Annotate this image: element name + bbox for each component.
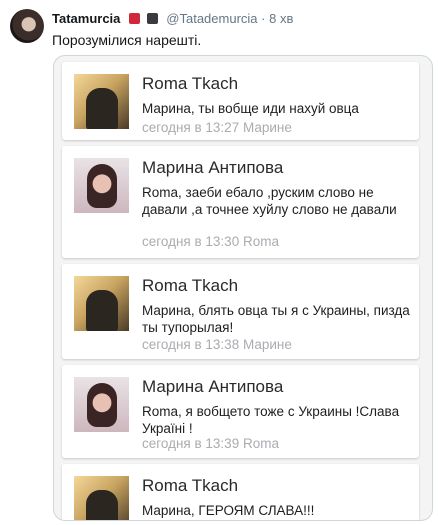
sender-name: Roma Tkach — [142, 476, 239, 495]
author-avatar[interactable] — [10, 9, 44, 43]
flag-dark-icon — [146, 13, 158, 24]
message-text: Roma, я вобщето тоже с Украины !Слава Ук… — [142, 404, 400, 436]
message-meta: сегодня в 13:38 Марине — [142, 337, 292, 352]
message-card: Roma Tkach Марина, блять овца ты я с Укр… — [62, 264, 419, 359]
sender-name: Roma Tkach — [142, 276, 239, 295]
message-meta: сегодня в 13:27 Марине — [142, 120, 292, 135]
message-card: Марина Антипова Roma, заеби ебало ,руски… — [62, 146, 419, 258]
sender-avatar — [74, 476, 129, 520]
sender-avatar — [74, 158, 129, 213]
sender-name: Марина Антипова — [142, 158, 284, 177]
flag-red-icon — [129, 13, 141, 24]
message-card: Roma Tkach Марина, ты вобще иди нахуй ов… — [62, 62, 419, 140]
sender-avatar — [74, 377, 129, 432]
tweet: Tatamurcia @Tatademurcia · 8 хв Порозумі… — [0, 0, 438, 525]
message-text: Марина, ты вобще иди нахуй овца — [142, 101, 359, 116]
sender-name: Марина Антипова — [142, 377, 284, 396]
message-meta: сегодня в 13:39 Roma — [142, 436, 279, 451]
author-name[interactable]: Tatamurcia — [52, 11, 120, 26]
tweet-text: Порозумілися нарешті. — [52, 32, 202, 48]
sender-avatar — [74, 276, 129, 331]
author-handle[interactable]: @Tatademurcia — [166, 11, 257, 26]
message-card: Roma Tkach Марина, ГЕРОЯМ СЛАВА!!! — [62, 464, 419, 520]
message-text: Марина, блять овца ты я с Украины, пизда… — [142, 303, 410, 335]
tweet-header: Tatamurcia @Tatademurcia · 8 хв — [52, 11, 293, 26]
tweet-time[interactable]: · 8 хв — [261, 11, 293, 26]
message-card: Марина Антипова Roma, я вобщето тоже с У… — [62, 365, 419, 458]
tweet-media-screenshot[interactable]: Roma Tkach Марина, ты вобще иди нахуй ов… — [53, 55, 433, 521]
message-text: Марина, ГЕРОЯМ СЛАВА!!! — [142, 503, 315, 518]
message-text: Roma, заеби ебало ,руским слово не давал… — [142, 185, 397, 217]
sender-name: Roma Tkach — [142, 74, 239, 93]
sender-avatar — [74, 74, 129, 129]
message-meta: сегодня в 13:30 Roma — [142, 234, 279, 249]
